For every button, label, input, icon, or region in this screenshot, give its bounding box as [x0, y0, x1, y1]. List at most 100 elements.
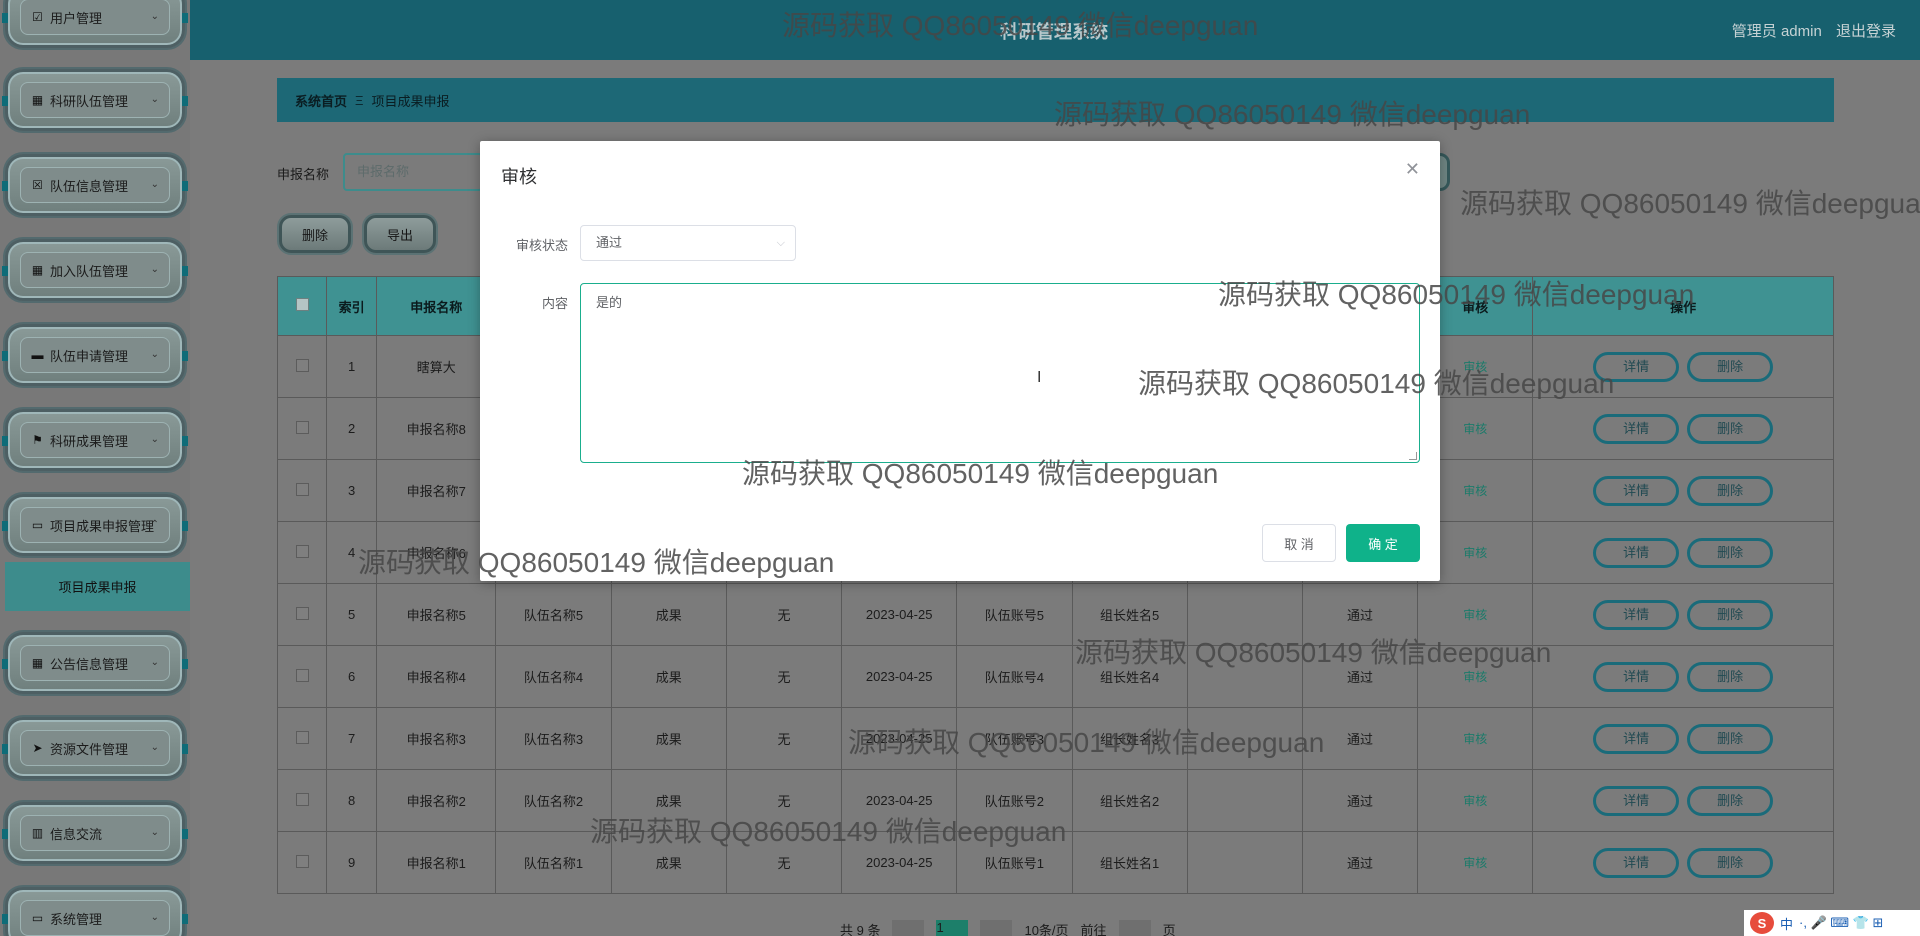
sidebar-item-info-exchange[interactable]: ▥ 信息交流 ⌄ [2, 802, 188, 864]
row-checkbox[interactable] [295, 420, 309, 434]
account-cell: 队伍账号3 [956, 707, 1073, 770]
grid-icon: ▦ [31, 655, 44, 670]
checkbox-cell[interactable] [276, 459, 328, 522]
checkbox-cell[interactable] [276, 583, 328, 646]
search-input[interactable]: 申报名称 [343, 153, 483, 191]
row-delete-button[interactable]: 删除 [1687, 599, 1774, 630]
pager-prev[interactable] [892, 920, 925, 936]
row-delete-button[interactable]: 删除 [1687, 351, 1774, 382]
checkbox-cell[interactable] [276, 645, 328, 708]
audit-link[interactable]: 审核 [1463, 856, 1487, 870]
sidebar-item-label: 用户管理 [50, 10, 103, 26]
sidebar-item-notice[interactable]: ▦ 公告信息管理 ⌄ [2, 632, 188, 694]
type-cell: 成果 [610, 707, 727, 770]
audit-link[interactable]: 审核 [1463, 360, 1487, 374]
sidebar-item-join-team[interactable]: ▦ 加入队伍管理 ⌄ [2, 239, 188, 301]
audit-link[interactable]: 审核 [1463, 794, 1487, 808]
sidebar-item-team-apply[interactable]: ▬ 队伍申请管理 ⌄ [2, 324, 188, 386]
row-delete-button[interactable]: 删除 [1687, 785, 1774, 816]
checkbox-cell[interactable] [276, 707, 328, 770]
ime-tray-icons[interactable]: ·, 🎤 ⌨ 👕 ⊞ [1799, 915, 1883, 931]
detail-button[interactable]: 详情 [1593, 475, 1680, 506]
content-textarea[interactable]: 是的 [580, 283, 1420, 463]
audit-link[interactable]: 审核 [1463, 546, 1487, 560]
row-delete-button[interactable]: 删除 [1687, 847, 1774, 878]
row-delete-button[interactable]: 删除 [1687, 475, 1774, 506]
index-cell: 9 [326, 831, 378, 894]
delete-button[interactable]: 删除 [279, 215, 351, 253]
detail-button[interactable]: 详情 [1593, 785, 1680, 816]
checkbox-icon: ☑ [32, 9, 43, 24]
sidebar-item-label: 资源文件管理 [50, 741, 129, 757]
row-checkbox[interactable] [295, 668, 309, 682]
detail-button[interactable]: 详情 [1593, 723, 1680, 754]
table-row: 9 申报名称1 队伍名称1 成果无 2023-04-25 队伍账号1 组长姓名1 通过 审核 详情… [276, 831, 1834, 894]
pager-current[interactable]: 1 [936, 920, 969, 936]
row-checkbox[interactable] [295, 606, 309, 620]
sidebar-item-label: 公告信息管理 [50, 656, 129, 672]
pager-size[interactable]: 10条/页 [1024, 920, 1068, 936]
pager-next[interactable] [980, 920, 1013, 936]
date-cell: 2023-04-25 [841, 831, 958, 894]
printer-icon: ▬ [31, 347, 44, 362]
export-button[interactable]: 导出 [364, 215, 436, 253]
cancel-button[interactable]: 取 消 [1262, 524, 1336, 562]
chevron-down-icon: ⌄ [150, 657, 159, 668]
row-checkbox[interactable] [295, 854, 309, 868]
sidebar-item-resource-file[interactable]: ➤ 资源文件管理 ⌄ [2, 717, 188, 779]
checkbox-cell[interactable] [276, 769, 328, 832]
breadcrumb-home[interactable]: 系统首页 [295, 91, 347, 110]
sidebar-item-research-result[interactable]: ⚑ 科研成果管理 ⌄ [2, 409, 188, 471]
sidebar-subitem-project-declare[interactable]: 项目成果申报 [5, 562, 190, 611]
row-delete-button[interactable]: 删除 [1687, 413, 1774, 444]
row-checkbox[interactable] [295, 482, 309, 496]
select-all-checkbox[interactable] [295, 298, 309, 311]
column-header: 操作 [1532, 276, 1834, 336]
sidebar-item-team-info[interactable]: ☒ 队伍信息管理 ⌄ [2, 154, 188, 216]
confirm-button[interactable]: 确 定 [1346, 524, 1420, 562]
detail-button[interactable]: 详情 [1593, 661, 1680, 692]
sidebar-item-project-declare[interactable]: ▭ 项目成果申报管理 ⌃ [2, 494, 188, 556]
sogou-icon[interactable]: S [1750, 912, 1774, 934]
row-delete-button[interactable]: 删除 [1687, 537, 1774, 568]
leader-cell: 组长姓名1 [1071, 831, 1188, 894]
checkbox-cell[interactable] [276, 521, 328, 584]
sidebar-item-user-mgmt[interactable]: ☑ 用户管理 ⌄ [2, 0, 188, 48]
resize-handle-icon[interactable] [1409, 452, 1417, 460]
row-delete-button[interactable]: 删除 [1687, 723, 1774, 754]
chevron-down-icon: ⌄ [150, 912, 159, 923]
logout-link[interactable]: 退出登录 [1836, 23, 1896, 40]
detail-button[interactable]: 详情 [1593, 537, 1680, 568]
ime-mode[interactable]: 中 [1780, 914, 1793, 933]
checkbox-cell[interactable] [276, 397, 328, 460]
detail-button[interactable]: 详情 [1593, 847, 1680, 878]
column-header[interactable]: 申报名称 [376, 276, 497, 336]
row-checkbox[interactable] [295, 358, 309, 372]
audit-link[interactable]: 审核 [1463, 670, 1487, 684]
row-checkbox[interactable] [295, 792, 309, 806]
row-checkbox[interactable] [295, 544, 309, 558]
team-cell: 队伍名称2 [495, 769, 612, 832]
detail-button[interactable]: 详情 [1593, 413, 1680, 444]
audit-link[interactable]: 审核 [1463, 732, 1487, 746]
detail-button[interactable]: 详情 [1593, 599, 1680, 630]
checkbox-cell[interactable] [276, 335, 328, 398]
close-icon[interactable]: ✕ [1405, 159, 1420, 180]
pager-goto-input[interactable] [1118, 920, 1151, 936]
column-header: 索引 [326, 276, 378, 336]
checkbox-cell[interactable] [276, 831, 328, 894]
status-select[interactable]: 通过 ⌵ [580, 225, 796, 261]
select-all-cell[interactable] [276, 276, 328, 336]
sidebar-item-research-team[interactable]: ▦ 科研队伍管理 ⌄ [2, 69, 188, 131]
content-label: 内容 [541, 296, 568, 311]
detail-button[interactable]: 详情 [1593, 351, 1680, 382]
sidebar-item-system[interactable]: ▭ 系统管理 ⌄ [2, 887, 188, 936]
row-delete-button[interactable]: 删除 [1687, 661, 1774, 692]
audit-link[interactable]: 审核 [1463, 422, 1487, 436]
row-checkbox[interactable] [295, 730, 309, 744]
index-cell: 3 [326, 459, 378, 522]
audit-link[interactable]: 审核 [1463, 608, 1487, 622]
audit-link[interactable]: 审核 [1463, 484, 1487, 498]
chevron-down-icon: ⌄ [150, 94, 159, 105]
index-cell: 5 [326, 583, 378, 646]
